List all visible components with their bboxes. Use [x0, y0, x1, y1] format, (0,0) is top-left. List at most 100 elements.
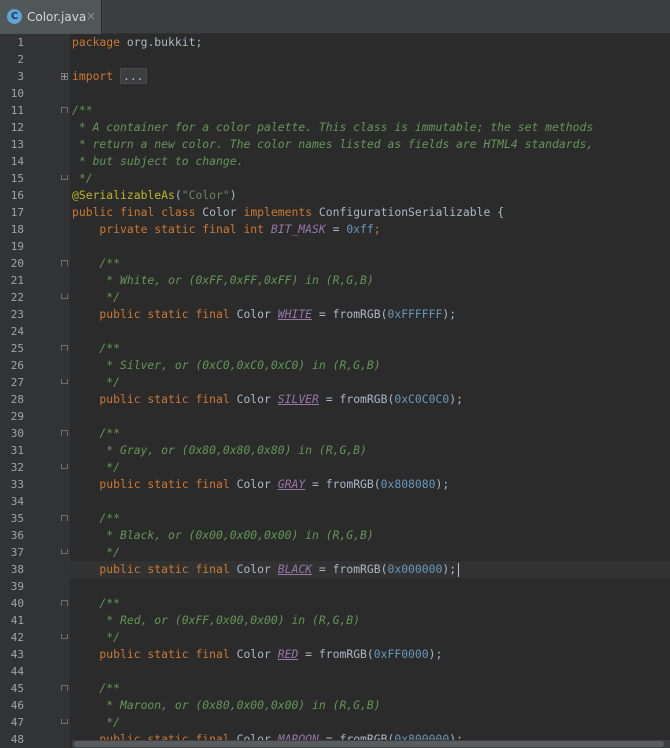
fold-collapse-icon[interactable]: [61, 719, 68, 724]
code-line-13: * return a new color. The color names li…: [72, 137, 594, 151]
field-modifiers: private static final int: [72, 222, 271, 236]
line-number: 10: [10, 87, 24, 100]
line-number: 43: [10, 648, 24, 661]
field-modifiers: public static final: [72, 647, 237, 661]
line-number: 45: [10, 682, 24, 695]
field-doc-text: * Maroon, or (0x80,0x00,0x00) in (R,G,B): [72, 698, 381, 712]
line-number: 39: [10, 580, 24, 593]
fold-collapse-icon[interactable]: [61, 430, 68, 436]
interface-name: ConfigurationSerializable {: [312, 205, 505, 219]
fromrgb-call: = fromRGB(: [305, 477, 381, 491]
line-number: 20: [10, 257, 24, 270]
line-number: 25: [10, 342, 24, 355]
field-type: Color: [236, 392, 278, 406]
tab-color-java[interactable]: C Color.java ×: [0, 0, 102, 34]
code-line-17: public final class Color implements Conf…: [72, 204, 504, 221]
fold-collapse-icon[interactable]: [61, 549, 68, 554]
annotation-paren-open: (: [174, 188, 182, 202]
line-number: 17: [10, 206, 24, 219]
field-type: Color: [236, 647, 278, 661]
scrollbar-thumb[interactable]: [74, 741, 664, 747]
field-doc-open: /**: [72, 596, 121, 610]
field-doc-close: */: [72, 630, 121, 644]
code-line-12: * A container for a color palette. This …: [72, 120, 594, 134]
field-doc-open: /**: [72, 426, 121, 440]
annotation-value: "Color": [181, 188, 230, 202]
fold-collapse-icon[interactable]: [61, 600, 68, 606]
line-number: 38: [10, 563, 24, 576]
fold-collapse-icon[interactable]: [61, 260, 68, 266]
call-end: );: [449, 392, 463, 406]
code-line-16: @SerializableAs("Color"): [72, 187, 237, 204]
semicolon: ;: [373, 222, 381, 236]
code-line-14: * but subject to change.: [72, 154, 244, 168]
annotation: @SerializableAs: [72, 188, 175, 202]
fold-collapse-icon[interactable]: [61, 175, 68, 180]
field-declaration-silver: public static final Color SILVER = fromR…: [72, 391, 463, 408]
line-number: 1: [17, 36, 24, 49]
class-name: Color: [195, 205, 244, 219]
color-constant-name: BLACK: [277, 562, 313, 576]
line-number: 47: [10, 716, 24, 729]
color-constant-name: RED: [277, 647, 299, 661]
line-number: 40: [10, 597, 24, 610]
line-number: 37: [10, 546, 24, 559]
line-number: 14: [10, 155, 24, 168]
editor-tab-bar: C Color.java ×: [0, 0, 670, 34]
field-doc-open: /**: [72, 511, 121, 525]
code-line-18: private static final int BIT_MASK = 0xff…: [72, 221, 381, 238]
code-line-3: import ...: [72, 68, 147, 85]
field-doc-close: */: [72, 290, 121, 304]
line-number: 28: [10, 393, 24, 406]
annotation-paren-close: ): [229, 188, 237, 202]
field-declaration-gray: public static final Color GRAY = fromRGB…: [72, 476, 449, 493]
close-icon[interactable]: ×: [86, 9, 96, 23]
line-number: 23: [10, 308, 24, 321]
fold-collapse-icon[interactable]: [61, 685, 68, 691]
fold-collapse-icon[interactable]: [61, 464, 68, 469]
color-constant-name: WHITE: [277, 307, 313, 321]
line-number: 41: [10, 614, 24, 627]
line-number: 18: [10, 223, 24, 236]
line-number: 15: [10, 172, 24, 185]
assign-operator: =: [325, 222, 347, 236]
hex-value: 0xFF0000: [373, 647, 429, 661]
line-number: 36: [10, 529, 24, 542]
color-constant-name: GRAY: [277, 477, 306, 491]
call-end: );: [442, 562, 457, 576]
line-number: 30: [10, 427, 24, 440]
field-modifiers: public static final: [72, 392, 237, 406]
fold-collapse-icon[interactable]: [61, 294, 68, 299]
field-doc-close: */: [72, 375, 121, 389]
call-end: );: [428, 647, 443, 661]
fold-collapse-icon[interactable]: [61, 515, 68, 521]
import-fold-placeholder[interactable]: ...: [120, 68, 147, 84]
field-doc-close: */: [72, 715, 121, 729]
field-declaration-white: public static final Color WHITE = fromRG…: [72, 306, 456, 323]
line-number: 35: [10, 512, 24, 525]
horizontal-scrollbar[interactable]: [72, 740, 670, 748]
package-keyword: package: [72, 35, 121, 49]
line-number: 33: [10, 478, 24, 491]
hex-value: 0x808080: [380, 477, 436, 491]
field-doc-open: /**: [72, 256, 121, 270]
call-end: );: [435, 477, 450, 491]
fromrgb-call: = fromRGB(: [312, 562, 388, 576]
fromrgb-call: = fromRGB(: [312, 307, 388, 321]
bit-mask-value: 0xff: [346, 222, 374, 236]
hex-value: 0xFFFFFF: [387, 307, 443, 321]
fromrgb-call: = fromRGB(: [318, 392, 395, 406]
field-doc-close: */: [72, 545, 121, 559]
line-number: 34: [10, 495, 24, 508]
line-number: 21: [10, 274, 24, 287]
field-doc-text: * Gray, or (0x80,0x80,0x80) in (R,G,B): [72, 443, 367, 457]
fold-collapse-icon[interactable]: [61, 107, 68, 113]
fold-collapse-icon[interactable]: [61, 345, 68, 351]
java-class-icon: C: [7, 9, 22, 24]
import-keyword: import: [72, 69, 114, 83]
fold-expand-icon[interactable]: [61, 73, 68, 80]
field-doc-open: /**: [72, 341, 121, 355]
fold-collapse-icon[interactable]: [61, 634, 68, 639]
hex-value: 0x000000: [387, 562, 443, 576]
fold-collapse-icon[interactable]: [61, 379, 68, 384]
